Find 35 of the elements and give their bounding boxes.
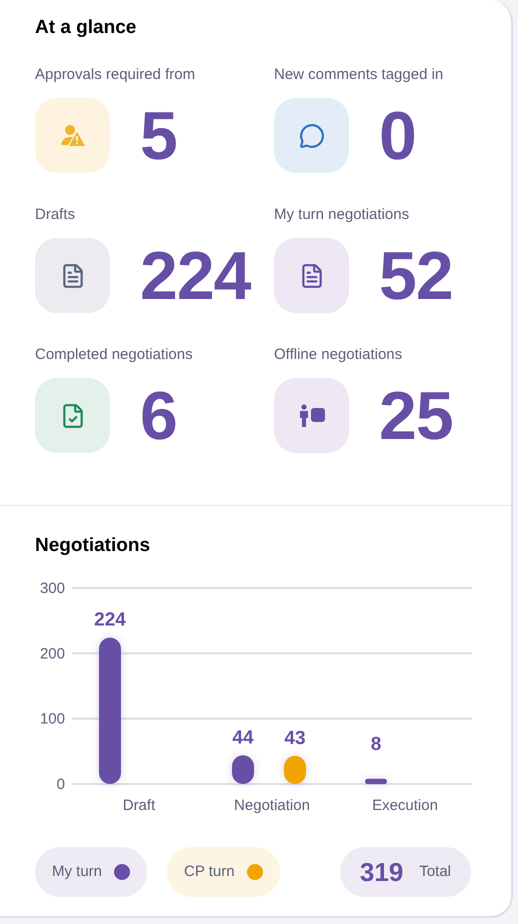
- person-device-icon: [298, 404, 326, 428]
- category-label: Negotiation: [234, 797, 310, 814]
- bar-value-label: 44: [232, 727, 254, 748]
- comment-icon: [298, 122, 324, 148]
- section-title: At a glance: [35, 16, 138, 40]
- stat-count: 224: [140, 242, 250, 310]
- axis-tick-label: 200: [40, 645, 65, 662]
- user-warning-icon: [60, 124, 86, 148]
- axis-tick-label: 0: [56, 776, 65, 793]
- stat-label: Offline negotiations: [274, 345, 404, 365]
- bar: [232, 755, 254, 784]
- stat-count: 52: [379, 242, 453, 310]
- section-title: Negotiations: [35, 534, 152, 558]
- bar-value-label: 8: [370, 734, 382, 755]
- bar: [365, 778, 387, 784]
- bar-value-label: 224: [94, 610, 126, 631]
- legend-label: CP turn: [184, 862, 235, 882]
- stat-label: My turn negotiations: [274, 205, 410, 225]
- total-count: 319: [360, 856, 404, 888]
- stat-count: 6: [140, 382, 177, 450]
- stat-label: Approvals required from: [35, 65, 196, 85]
- legend-label: My turn: [52, 862, 102, 882]
- total-label: Total: [419, 862, 451, 882]
- axis-tick-label: 300: [40, 580, 65, 597]
- category-label: Execution: [372, 797, 438, 814]
- bar-value-label: 43: [284, 728, 306, 749]
- bar: [284, 756, 306, 784]
- stat-label: Drafts: [35, 205, 76, 225]
- stat-count: 5: [140, 102, 177, 170]
- category-label: Draft: [122, 797, 156, 814]
- stat-label: New comments tagged in: [274, 65, 444, 85]
- stat-count: 0: [379, 102, 416, 170]
- stat-label: Completed negotiations: [35, 345, 194, 365]
- axis-tick-label: 100: [40, 710, 65, 728]
- stat-count: 25: [379, 382, 453, 450]
